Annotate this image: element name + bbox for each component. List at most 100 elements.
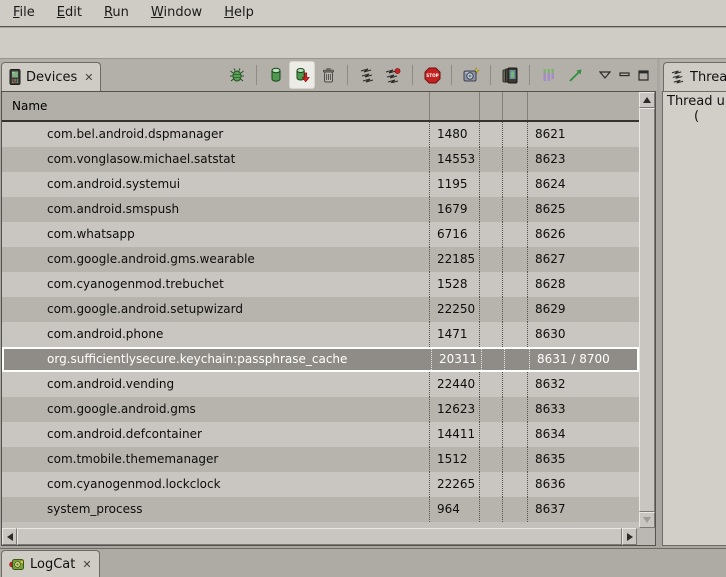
- table-row[interactable]: com.bel.android.dspmanager14808621: [2, 122, 639, 147]
- cause-gc-icon[interactable]: [316, 62, 340, 88]
- logcat-icon: [9, 558, 25, 571]
- column-header-pid[interactable]: [430, 92, 480, 120]
- process-name: com.cyanogenmod.lockclock: [2, 472, 430, 497]
- toolbar-separator: [347, 65, 348, 85]
- cell-blank2: [503, 497, 528, 522]
- table-row[interactable]: com.whatsapp67168626: [2, 222, 639, 247]
- scroll-up-button[interactable]: [639, 92, 655, 108]
- device-phone-icon: [9, 69, 21, 85]
- cell-blank1: [480, 272, 503, 297]
- process-port: 8636: [528, 472, 639, 497]
- vertical-scroll-thumb[interactable]: [639, 108, 655, 512]
- horizontal-scroll-thumb[interactable]: [17, 528, 622, 545]
- threads-message-line1: Thread up: [663, 94, 726, 109]
- column-header-port[interactable]: [528, 92, 639, 120]
- minimize-icon[interactable]: [619, 71, 630, 80]
- close-icon[interactable]: ✕: [82, 72, 93, 83]
- close-icon[interactable]: ✕: [80, 559, 91, 570]
- process-port: 8631 / 8700: [530, 349, 637, 370]
- start-method-profiling-icon[interactable]: [381, 62, 405, 88]
- scroll-down-button[interactable]: [639, 512, 655, 528]
- process-pid: 14411: [430, 422, 480, 447]
- table-row[interactable]: com.cyanogenmod.trebuchet15288628: [2, 272, 639, 297]
- process-port: 8621: [528, 122, 639, 147]
- svg-text:STOP: STOP: [426, 73, 439, 78]
- column-header-blank2: [503, 92, 528, 120]
- table-row[interactable]: com.android.systemui11958624: [2, 172, 639, 197]
- menu-item-edit[interactable]: Edit: [46, 0, 93, 26]
- toolbar-separator: [451, 65, 452, 85]
- cell-blank1: [480, 297, 503, 322]
- process-port: 8630: [528, 322, 639, 347]
- process-port: 8628: [528, 272, 639, 297]
- table-row[interactable]: com.google.android.gms.wearable221858627: [2, 247, 639, 272]
- cell-blank2: [505, 349, 530, 370]
- maximize-icon[interactable]: [638, 70, 649, 81]
- cell-blank1: [480, 222, 503, 247]
- table-row[interactable]: com.android.phone14718630: [2, 322, 639, 347]
- table-row[interactable]: com.tmobile.thememanager15128635: [2, 447, 639, 472]
- table-row[interactable]: com.cyanogenmod.lockclock222658636: [2, 472, 639, 497]
- table-row[interactable]: com.android.vending224408632: [2, 372, 639, 397]
- scroll-left-button[interactable]: [2, 528, 17, 545]
- process-list: com.bel.android.dspmanager14808621com.vo…: [2, 122, 639, 528]
- process-port: 8637: [528, 497, 639, 522]
- logcat-tab-label: LogCat: [30, 557, 75, 572]
- vertical-scrollbar[interactable]: [639, 92, 655, 528]
- debug-icon[interactable]: [225, 62, 249, 88]
- process-port: 8626: [528, 222, 639, 247]
- process-name: com.cyanogenmod.trebuchet: [2, 272, 430, 297]
- up-arrow-icon: [643, 97, 651, 103]
- systrace-icon[interactable]: [563, 62, 587, 88]
- cell-blank1: [480, 472, 503, 497]
- menu-bar: FileEditRunWindowHelp: [0, 0, 726, 27]
- menu-item-help[interactable]: Help: [213, 0, 265, 26]
- horizontal-scrollbar[interactable]: [2, 528, 639, 545]
- process-name: com.tmobile.thememanager: [2, 447, 430, 472]
- toolbar-separator: [256, 65, 257, 85]
- device-view-icon[interactable]: [498, 62, 522, 88]
- down-arrow-icon: [643, 517, 651, 523]
- tab-logcat[interactable]: LogCat ✕: [1, 550, 100, 577]
- screen-capture-icon[interactable]: [459, 62, 483, 88]
- cell-blank2: [503, 422, 528, 447]
- left-arrow-icon: [7, 533, 13, 541]
- cell-blank1: [480, 172, 503, 197]
- process-pid: 964: [430, 497, 480, 522]
- toolbar-separator: [412, 65, 413, 85]
- update-threads-icon[interactable]: [355, 62, 379, 88]
- devices-tab-label: Devices: [26, 70, 77, 85]
- column-header-name[interactable]: Name: [2, 92, 430, 120]
- tab-devices[interactable]: Devices ✕: [1, 62, 101, 91]
- devices-view-toolbar: STOP: [225, 59, 657, 91]
- cell-blank1: [480, 447, 503, 472]
- cell-blank1: [480, 247, 503, 272]
- table-row[interactable]: com.android.defcontainer144118634: [2, 422, 639, 447]
- process-name: com.android.vending: [2, 372, 430, 397]
- table-row[interactable]: com.vonglasow.michael.satstat145538623: [2, 147, 639, 172]
- process-name: com.android.smspush: [2, 197, 430, 222]
- table-row[interactable]: com.android.smspush16798625: [2, 197, 639, 222]
- menu-item-run[interactable]: Run: [93, 0, 140, 26]
- gl-trace-icon[interactable]: [537, 62, 561, 88]
- column-header-blank1: [480, 92, 503, 120]
- scroll-right-button[interactable]: [622, 528, 637, 545]
- table-row[interactable]: com.google.android.setupwizard222508629: [2, 297, 639, 322]
- main-toolbar: [0, 28, 726, 59]
- process-port: 8629: [528, 297, 639, 322]
- table-row[interactable]: system_process9648637: [2, 497, 639, 522]
- menu-item-window[interactable]: Window: [140, 0, 213, 26]
- cell-blank2: [503, 297, 528, 322]
- table-row[interactable]: org.sufficientlysecure.keychain:passphra…: [2, 347, 639, 372]
- dump-hprof-icon[interactable]: [290, 62, 314, 88]
- process-name: com.google.android.setupwizard: [2, 297, 430, 322]
- cell-blank2: [503, 147, 528, 172]
- update-heap-icon[interactable]: [264, 62, 288, 88]
- tab-threads[interactable]: Threads: [663, 62, 726, 91]
- process-name: com.android.systemui: [2, 172, 430, 197]
- table-row[interactable]: com.google.android.gms126238633: [2, 397, 639, 422]
- stop-process-icon[interactable]: STOP: [420, 62, 444, 88]
- cell-blank1: [480, 397, 503, 422]
- view-menu-icon[interactable]: [599, 71, 611, 79]
- menu-item-file[interactable]: File: [2, 0, 46, 26]
